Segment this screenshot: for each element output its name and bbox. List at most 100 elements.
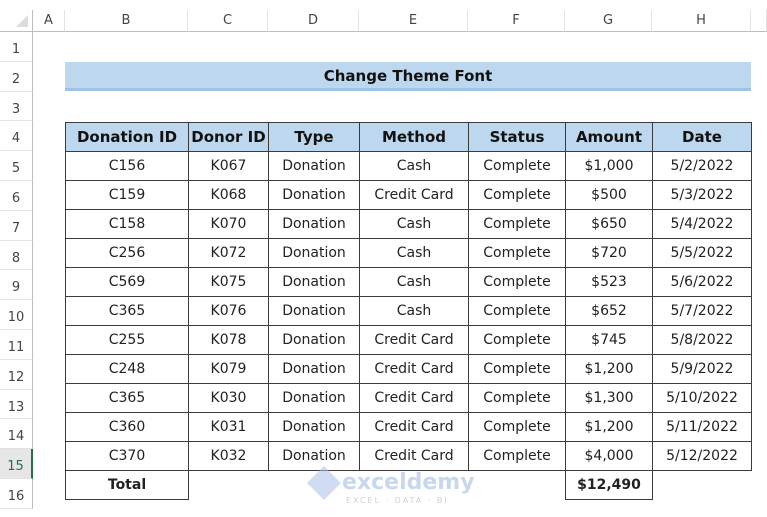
- cell-amount[interactable]: $650: [565, 209, 653, 239]
- column-header-c[interactable]: C: [188, 10, 268, 32]
- row-header-15[interactable]: 15: [0, 449, 33, 479]
- cell-status[interactable]: Complete: [468, 441, 566, 471]
- header-method[interactable]: Method: [359, 122, 469, 152]
- cell-type[interactable]: Donation: [268, 267, 360, 297]
- cell-date[interactable]: 5/8/2022: [652, 325, 752, 355]
- sheet-title[interactable]: Change Theme Font: [65, 62, 751, 91]
- header-date[interactable]: Date: [652, 122, 752, 152]
- cell-method[interactable]: Credit Card: [359, 325, 469, 355]
- cell-date[interactable]: 5/12/2022: [652, 441, 752, 471]
- cell-donor-id[interactable]: K031: [188, 412, 269, 442]
- cell-donor-id[interactable]: K072: [188, 238, 269, 268]
- cell-donor-id[interactable]: K030: [188, 383, 269, 413]
- empty-cell[interactable]: [360, 471, 469, 500]
- cell-amount[interactable]: $4,000: [565, 441, 653, 471]
- column-header-e[interactable]: E: [359, 10, 468, 32]
- row-header-7[interactable]: 7: [0, 210, 33, 241]
- cell-method[interactable]: Credit Card: [359, 180, 469, 210]
- total-amount[interactable]: $12,490: [565, 470, 653, 500]
- cell-date[interactable]: 5/10/2022: [652, 383, 752, 413]
- cell-status[interactable]: Complete: [468, 296, 566, 326]
- cell-donor-id[interactable]: K032: [188, 441, 269, 471]
- column-header-h[interactable]: H: [652, 10, 751, 32]
- cell-method[interactable]: Cash: [359, 238, 469, 268]
- empty-cell[interactable]: [653, 471, 752, 500]
- cell-donation-id[interactable]: C360: [65, 412, 189, 442]
- cell-date[interactable]: 5/9/2022: [652, 354, 752, 384]
- cell-method[interactable]: Cash: [359, 151, 469, 181]
- cell-donation-id[interactable]: C156: [65, 151, 189, 181]
- cell-method[interactable]: Credit Card: [359, 354, 469, 384]
- cell-donor-id[interactable]: K078: [188, 325, 269, 355]
- cell-donation-id[interactable]: C255: [65, 325, 189, 355]
- row-header-1[interactable]: 1: [0, 32, 33, 62]
- cell-amount[interactable]: $652: [565, 296, 653, 326]
- cell-method[interactable]: Cash: [359, 296, 469, 326]
- row-header-8[interactable]: 8: [0, 240, 33, 271]
- header-donor-id[interactable]: Donor ID: [188, 122, 269, 152]
- header-donation-id[interactable]: Donation ID: [65, 122, 189, 152]
- row-header-16[interactable]: 16: [0, 479, 33, 509]
- cell-donation-id[interactable]: C365: [65, 383, 189, 413]
- row-header-6[interactable]: 6: [0, 181, 33, 211]
- cell-status[interactable]: Complete: [468, 354, 566, 384]
- cell-donation-id[interactable]: C569: [65, 267, 189, 297]
- select-all-corner[interactable]: [0, 10, 33, 32]
- cell-date[interactable]: 5/11/2022: [652, 412, 752, 442]
- cell-type[interactable]: Donation: [268, 180, 360, 210]
- cell-amount[interactable]: $1,000: [565, 151, 653, 181]
- cell-donation-id[interactable]: C248: [65, 354, 189, 384]
- cell-status[interactable]: Complete: [468, 383, 566, 413]
- cell-date[interactable]: 5/4/2022: [652, 209, 752, 239]
- cell-donation-id[interactable]: C256: [65, 238, 189, 268]
- cell-type[interactable]: Donation: [268, 412, 360, 442]
- cell-status[interactable]: Complete: [468, 412, 566, 442]
- cell-amount[interactable]: $1,200: [565, 412, 653, 442]
- column-header-a[interactable]: A: [33, 10, 65, 32]
- column-header-g[interactable]: G: [565, 10, 652, 32]
- cell-status[interactable]: Complete: [468, 180, 566, 210]
- row-header-14[interactable]: 14: [0, 419, 33, 450]
- empty-cell[interactable]: [269, 471, 360, 500]
- column-header-b[interactable]: B: [65, 10, 188, 32]
- cell-date[interactable]: 5/7/2022: [652, 296, 752, 326]
- cell-type[interactable]: Donation: [268, 441, 360, 471]
- cell-amount[interactable]: $1,300: [565, 383, 653, 413]
- cell-donation-id[interactable]: C159: [65, 180, 189, 210]
- cell-donor-id[interactable]: K067: [188, 151, 269, 181]
- cell-type[interactable]: Donation: [268, 383, 360, 413]
- cell-donation-id[interactable]: C370: [65, 441, 189, 471]
- row-header-13[interactable]: 13: [0, 389, 33, 420]
- cell-type[interactable]: Donation: [268, 354, 360, 384]
- cell-method[interactable]: Credit Card: [359, 441, 469, 471]
- row-header-12[interactable]: 12: [0, 359, 33, 390]
- column-header-d[interactable]: D: [268, 10, 359, 32]
- cell-method[interactable]: Credit Card: [359, 383, 469, 413]
- cell-donor-id[interactable]: K075: [188, 267, 269, 297]
- cell-amount[interactable]: $1,200: [565, 354, 653, 384]
- cell-date[interactable]: 5/6/2022: [652, 267, 752, 297]
- cell-donor-id[interactable]: K079: [188, 354, 269, 384]
- cell-method[interactable]: Cash: [359, 209, 469, 239]
- cell-date[interactable]: 5/5/2022: [652, 238, 752, 268]
- total-label[interactable]: Total: [65, 470, 189, 500]
- cell-amount[interactable]: $500: [565, 180, 653, 210]
- cell-donation-id[interactable]: C365: [65, 296, 189, 326]
- column-header-f[interactable]: F: [468, 10, 565, 32]
- cell-type[interactable]: Donation: [268, 325, 360, 355]
- row-header-3[interactable]: 3: [0, 91, 33, 122]
- row-header-2[interactable]: 2: [0, 61, 33, 92]
- cell-amount[interactable]: $523: [565, 267, 653, 297]
- row-header-9[interactable]: 9: [0, 270, 33, 301]
- cell-amount[interactable]: $745: [565, 325, 653, 355]
- cell-donor-id[interactable]: K068: [188, 180, 269, 210]
- row-header-5[interactable]: 5: [0, 151, 33, 181]
- cell-type[interactable]: Donation: [268, 151, 360, 181]
- cell-method[interactable]: Cash: [359, 267, 469, 297]
- cell-amount[interactable]: $720: [565, 238, 653, 268]
- cell-donor-id[interactable]: K070: [188, 209, 269, 239]
- row-header-4[interactable]: 4: [0, 121, 33, 152]
- cell-type[interactable]: Donation: [268, 209, 360, 239]
- cell-status[interactable]: Complete: [468, 267, 566, 297]
- row-header-11[interactable]: 11: [0, 330, 33, 360]
